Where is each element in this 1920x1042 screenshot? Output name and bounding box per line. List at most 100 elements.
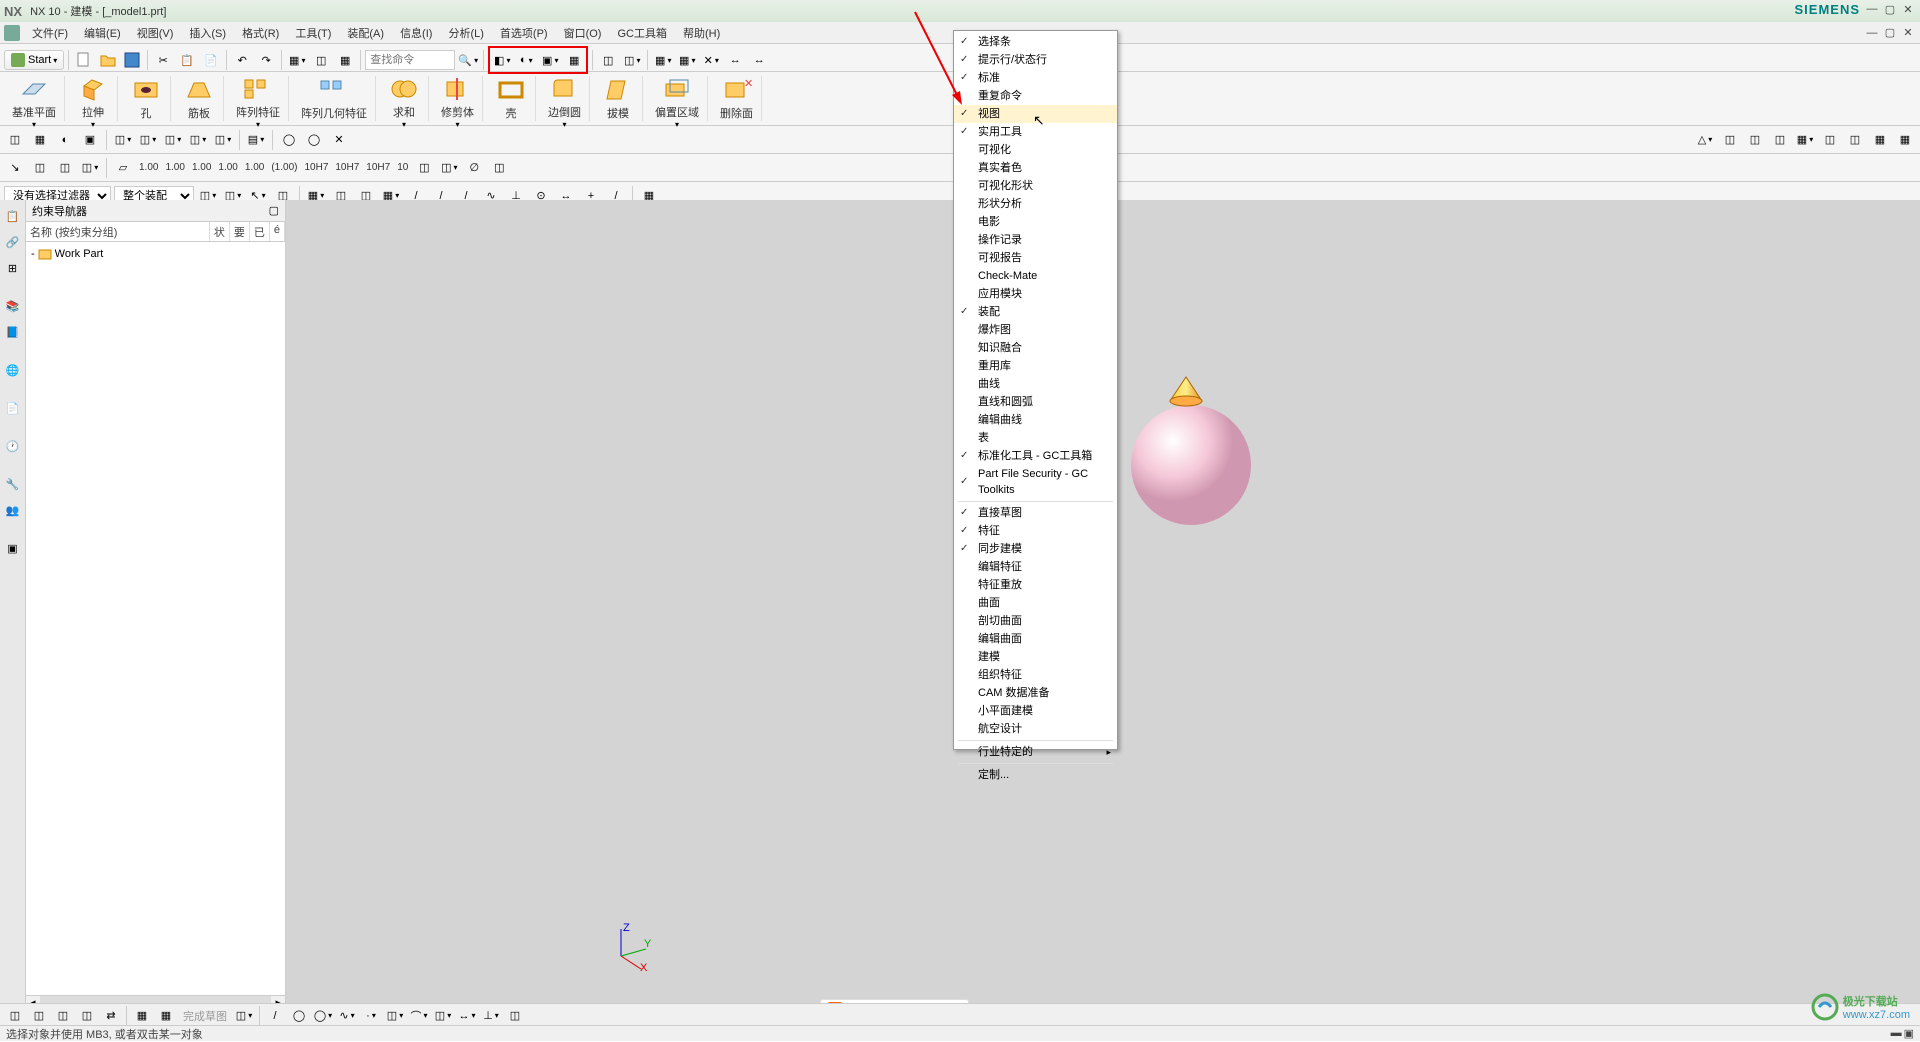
ctx-item-38[interactable]: 航空设计: [954, 720, 1117, 738]
doc-minimize[interactable]: —: [1864, 26, 1880, 40]
tab-part-navigator[interactable]: 📋: [2, 205, 24, 227]
tool-btn-8[interactable]: ✕▾: [700, 49, 722, 71]
bt-btn-13[interactable]: ⌒▾: [408, 1005, 430, 1027]
tab-web-browser[interactable]: 🌐: [2, 359, 24, 381]
ctx-item-4[interactable]: ✓视图: [954, 105, 1117, 123]
ctx-item-22[interactable]: 表: [954, 429, 1117, 447]
bt-btn-2[interactable]: ◫: [28, 1005, 50, 1027]
t2-btn-12[interactable]: ◯: [303, 129, 325, 151]
t2-btn-r9[interactable]: ▦: [1894, 129, 1916, 151]
bt-btn-8[interactable]: ◯: [288, 1005, 310, 1027]
bt-btn-14[interactable]: ◫▾: [432, 1005, 454, 1027]
bt-btn-1[interactable]: ◫: [4, 1005, 26, 1027]
command-search[interactable]: [365, 50, 455, 70]
paste-button[interactable]: 📄: [200, 49, 222, 71]
ctx-item-24[interactable]: ✓Part File Security - GC Toolkits: [954, 465, 1117, 499]
col-status[interactable]: 状: [210, 222, 230, 241]
menu-gctoolbox[interactable]: GC工具箱: [609, 23, 675, 43]
menu-format[interactable]: 格式(R): [234, 23, 287, 43]
bt-btn-9[interactable]: ◯▾: [312, 1005, 334, 1027]
tab-reuse-library[interactable]: 📚: [2, 295, 24, 317]
ctx-item-6[interactable]: 可视化: [954, 141, 1117, 159]
t2-btn-r4[interactable]: ◫: [1769, 129, 1791, 151]
tab-hd3d[interactable]: 📘: [2, 321, 24, 343]
ribbon-delete-face[interactable]: ✕删除面: [712, 76, 762, 121]
ribbon-datum-plane[interactable]: 基准平面▾: [4, 76, 65, 121]
t3-btn-4[interactable]: ◫▾: [79, 157, 101, 179]
menu-help[interactable]: 帮助(H): [675, 23, 728, 43]
menu-analysis[interactable]: 分析(L): [440, 23, 491, 43]
tool-btn-10[interactable]: ↔: [748, 49, 770, 71]
ctx-item-8[interactable]: 可视化形状: [954, 177, 1117, 195]
bt-btn-5[interactable]: ⇄: [100, 1005, 122, 1027]
t3-btn-6[interactable]: ◫: [413, 157, 435, 179]
menu-edit[interactable]: 编辑(E): [76, 23, 129, 43]
doc-restore[interactable]: ▢: [1882, 26, 1898, 40]
bt-btn-4[interactable]: ◫: [76, 1005, 98, 1027]
t3-btn-5[interactable]: ▱: [112, 157, 134, 179]
ctx-item-20[interactable]: 直线和圆弧: [954, 393, 1117, 411]
tool-btn-1[interactable]: ▦▾: [286, 49, 308, 71]
bt-btn-11[interactable]: ·▾: [360, 1005, 382, 1027]
ctx-item-33[interactable]: 编辑曲面: [954, 630, 1117, 648]
copy-button[interactable]: 📋: [176, 49, 198, 71]
ctx-item-19[interactable]: 曲线: [954, 375, 1117, 393]
bt-btn-17[interactable]: ◫: [504, 1005, 526, 1027]
ctx-item-14[interactable]: 应用模块: [954, 285, 1117, 303]
cut-button[interactable]: ✂: [152, 49, 174, 71]
ctx-item-35[interactable]: 组织特征: [954, 666, 1117, 684]
tool-btn-6[interactable]: ▦▾: [652, 49, 674, 71]
tab-history[interactable]: 📄: [2, 397, 24, 419]
bt-btn-16[interactable]: ⊥▾: [480, 1005, 502, 1027]
ctx-item-5[interactable]: ✓实用工具: [954, 123, 1117, 141]
ctx-item-7[interactable]: 真实着色: [954, 159, 1117, 177]
menu-insert[interactable]: 插入(S): [181, 23, 234, 43]
menu-tools[interactable]: 工具(T): [287, 23, 339, 43]
new-button[interactable]: [73, 49, 95, 71]
t2-btn-r8[interactable]: ▦: [1869, 129, 1891, 151]
t2-btn-4[interactable]: ▣: [79, 129, 101, 151]
menu-file[interactable]: 文件(F): [24, 23, 76, 43]
t2-btn-r5[interactable]: ▦▾: [1794, 129, 1816, 151]
bt-sketch-1[interactable]: ▦: [131, 1005, 153, 1027]
t2-btn-8[interactable]: ◫▾: [187, 129, 209, 151]
ctx-item-15[interactable]: ✓装配: [954, 303, 1117, 321]
bt-btn-12[interactable]: ◫▾: [384, 1005, 406, 1027]
t2-btn-3[interactable]: ◐: [54, 129, 76, 151]
col-applied[interactable]: 已: [250, 222, 270, 241]
tool-btn-9[interactable]: ↔: [724, 49, 746, 71]
tab-search[interactable]: 🕐: [2, 435, 24, 457]
t2-btn-6[interactable]: ◫▾: [137, 129, 159, 151]
t2-btn-r7[interactable]: ◫: [1844, 129, 1866, 151]
tool-btn-7[interactable]: ▦▾: [676, 49, 698, 71]
save-button[interactable]: [121, 49, 143, 71]
tab-assembly-navigator[interactable]: 🔗: [2, 231, 24, 253]
bt-btn-6[interactable]: ◫▾: [233, 1005, 255, 1027]
menu-prefs[interactable]: 首选项(P): [492, 23, 556, 43]
ctx-item-31[interactable]: 曲面: [954, 594, 1117, 612]
col-required[interactable]: 要: [230, 222, 250, 241]
t2-btn-9[interactable]: ◫▾: [212, 129, 234, 151]
ctx-item-18[interactable]: 重用库: [954, 357, 1117, 375]
t2-btn-13[interactable]: ✕: [328, 129, 350, 151]
ctx-item-28[interactable]: ✓同步建模: [954, 540, 1117, 558]
t2-btn-r3[interactable]: ◫: [1744, 129, 1766, 151]
maximize-button[interactable]: ▢: [1882, 2, 1898, 16]
t3-btn-8[interactable]: ∅: [463, 157, 485, 179]
t3-btn-3[interactable]: ◫: [54, 157, 76, 179]
ribbon-draft[interactable]: 拔模: [594, 76, 643, 121]
t3-btn-2[interactable]: ◫: [29, 157, 51, 179]
menu-view[interactable]: 视图(V): [129, 23, 182, 43]
undo-button[interactable]: ↶: [231, 49, 253, 71]
tab-roles[interactable]: 👥: [2, 499, 24, 521]
view-wire[interactable]: ◐▾: [515, 49, 537, 71]
t2-btn-10[interactable]: ▤▾: [245, 129, 267, 151]
nav-pin[interactable]: ▢: [269, 204, 279, 217]
tool-btn-4[interactable]: ◫: [597, 49, 619, 71]
tab-layer[interactable]: ▣: [2, 537, 24, 559]
ctx-item-30[interactable]: 特征重放: [954, 576, 1117, 594]
tab-sys-materials[interactable]: 🔧: [2, 473, 24, 495]
ctx-item-16[interactable]: 爆炸图: [954, 321, 1117, 339]
ctx-item-37[interactable]: 小平面建模: [954, 702, 1117, 720]
t2-btn-r6[interactable]: ◫: [1819, 129, 1841, 151]
